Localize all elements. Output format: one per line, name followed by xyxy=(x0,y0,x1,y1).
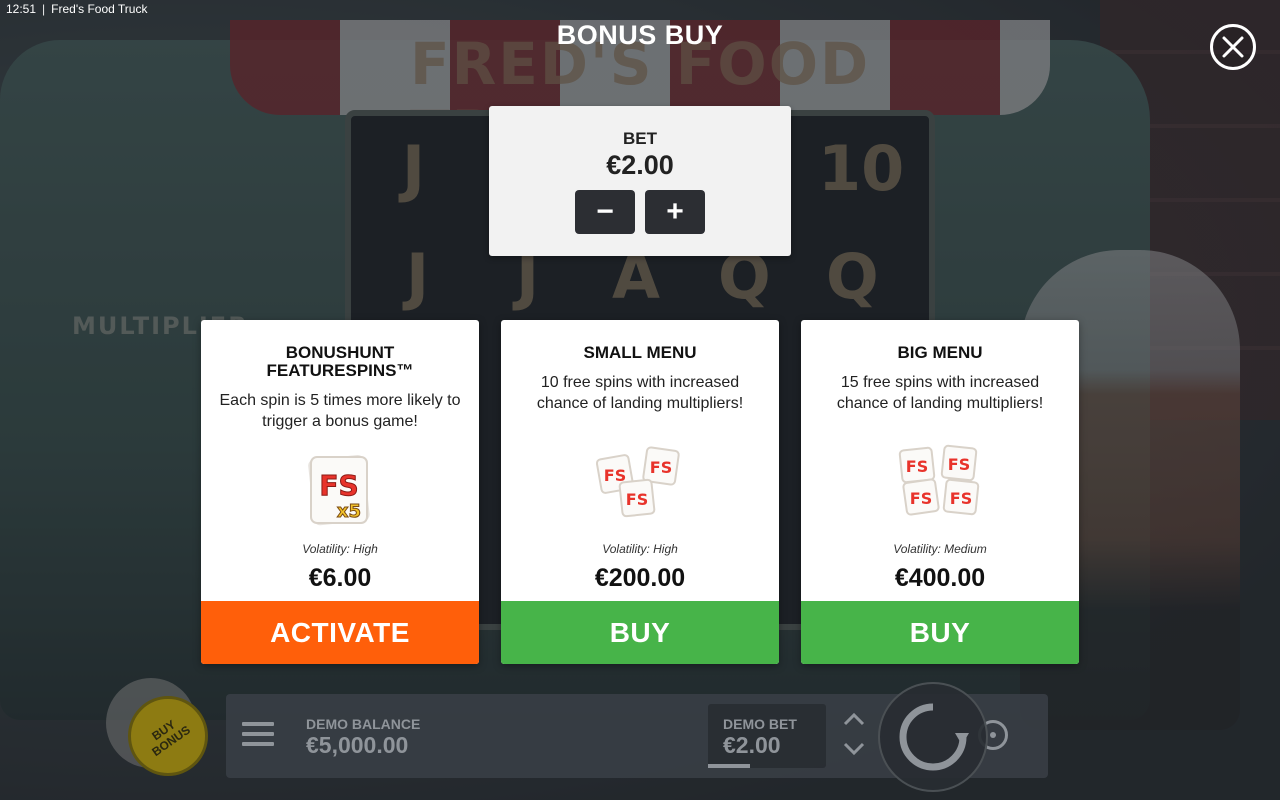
increase-bet-button[interactable]: + xyxy=(645,190,705,234)
fs-icon-text: FS xyxy=(910,489,932,508)
modal-title: BONUS BUY xyxy=(556,20,724,50)
bet-label: BET xyxy=(623,129,657,148)
buy-bonus-label: BUY BONUS xyxy=(143,713,194,759)
buy-small-menu-button[interactable]: BUY xyxy=(501,601,779,664)
card-title: BIG MENU xyxy=(897,343,983,362)
buy-bonus-button[interactable]: BUY BONUS xyxy=(128,696,208,776)
price-text: €6.00 xyxy=(308,564,372,592)
status-bar: 12:51 | Fred's Food Truck xyxy=(0,0,153,20)
fs-x5-icon: FS x5 xyxy=(201,446,479,536)
close-icon xyxy=(1222,36,1244,58)
hamburger-icon xyxy=(242,742,274,746)
demo-bet-value: €2.00 xyxy=(723,732,781,758)
status-time: 12:51 xyxy=(6,2,37,16)
fs-icon-text: FS xyxy=(626,490,648,509)
demo-bet-label: DEMO BET xyxy=(723,716,797,732)
hamburger-icon xyxy=(242,722,274,726)
fs-icon-text: FS xyxy=(906,457,928,476)
fs-four-icon: FS FS FS FS xyxy=(801,438,1079,528)
buy-big-menu-button[interactable]: BUY xyxy=(801,601,1079,664)
activate-button[interactable]: ACTIVATE xyxy=(201,601,479,664)
bet-level-bar xyxy=(708,764,750,768)
close-button[interactable] xyxy=(1210,24,1256,70)
spin-button[interactable] xyxy=(878,682,988,792)
balance-value: €5,000.00 xyxy=(306,732,409,758)
volatility-text: Volatility: Medium xyxy=(893,542,987,556)
big-menu-card: BIG MENU 15 free spins with increased ch… xyxy=(801,320,1079,664)
volatility-text: Volatility: High xyxy=(602,542,678,556)
status-separator: | xyxy=(42,2,46,16)
fs-icon-multiplier: x5 xyxy=(337,501,361,522)
bet-down-button[interactable] xyxy=(842,740,866,760)
chevron-up-icon xyxy=(843,712,865,726)
fs-icon-text: FS xyxy=(650,458,672,477)
fs-icon-text: FS xyxy=(948,455,970,474)
fs-three-icon: FS FS FS xyxy=(501,438,779,528)
bet-value: €2.00 xyxy=(606,150,674,180)
bet-panel: BET €2.00 − + xyxy=(489,106,791,256)
small-menu-card: SMALL MENU 10 free spins with increased … xyxy=(501,320,779,664)
balance-label: DEMO BALANCE xyxy=(306,716,421,732)
app-title: Fred's Food Truck xyxy=(51,2,148,16)
decrease-bet-button[interactable]: − xyxy=(575,190,635,234)
card-description: 10 free spins with increased chance of l… xyxy=(536,374,744,412)
chevron-down-icon xyxy=(843,742,865,756)
bet-display: DEMO BET €2.00 xyxy=(708,704,826,768)
hamburger-icon xyxy=(242,732,274,736)
volatility-text: Volatility: High xyxy=(302,542,378,556)
bet-up-button[interactable] xyxy=(842,710,866,730)
bonushunt-card: BONUSHUNT FEATURESPINS™ Each spin is 5 t… xyxy=(201,320,479,664)
spin-icon xyxy=(899,703,969,771)
card-description: 15 free spins with increased chance of l… xyxy=(836,374,1044,412)
price-text: €200.00 xyxy=(594,564,686,592)
card-title: BONUSHUNT FEATURESPINS™ xyxy=(266,343,414,380)
card-title: SMALL MENU xyxy=(583,343,697,362)
fs-icon-text: FS xyxy=(950,489,972,508)
fs-icon-text: FS xyxy=(319,469,358,502)
card-description: Each spin is 5 times more likely to trig… xyxy=(219,392,461,430)
price-text: €400.00 xyxy=(894,564,986,592)
menu-button[interactable] xyxy=(242,722,274,748)
